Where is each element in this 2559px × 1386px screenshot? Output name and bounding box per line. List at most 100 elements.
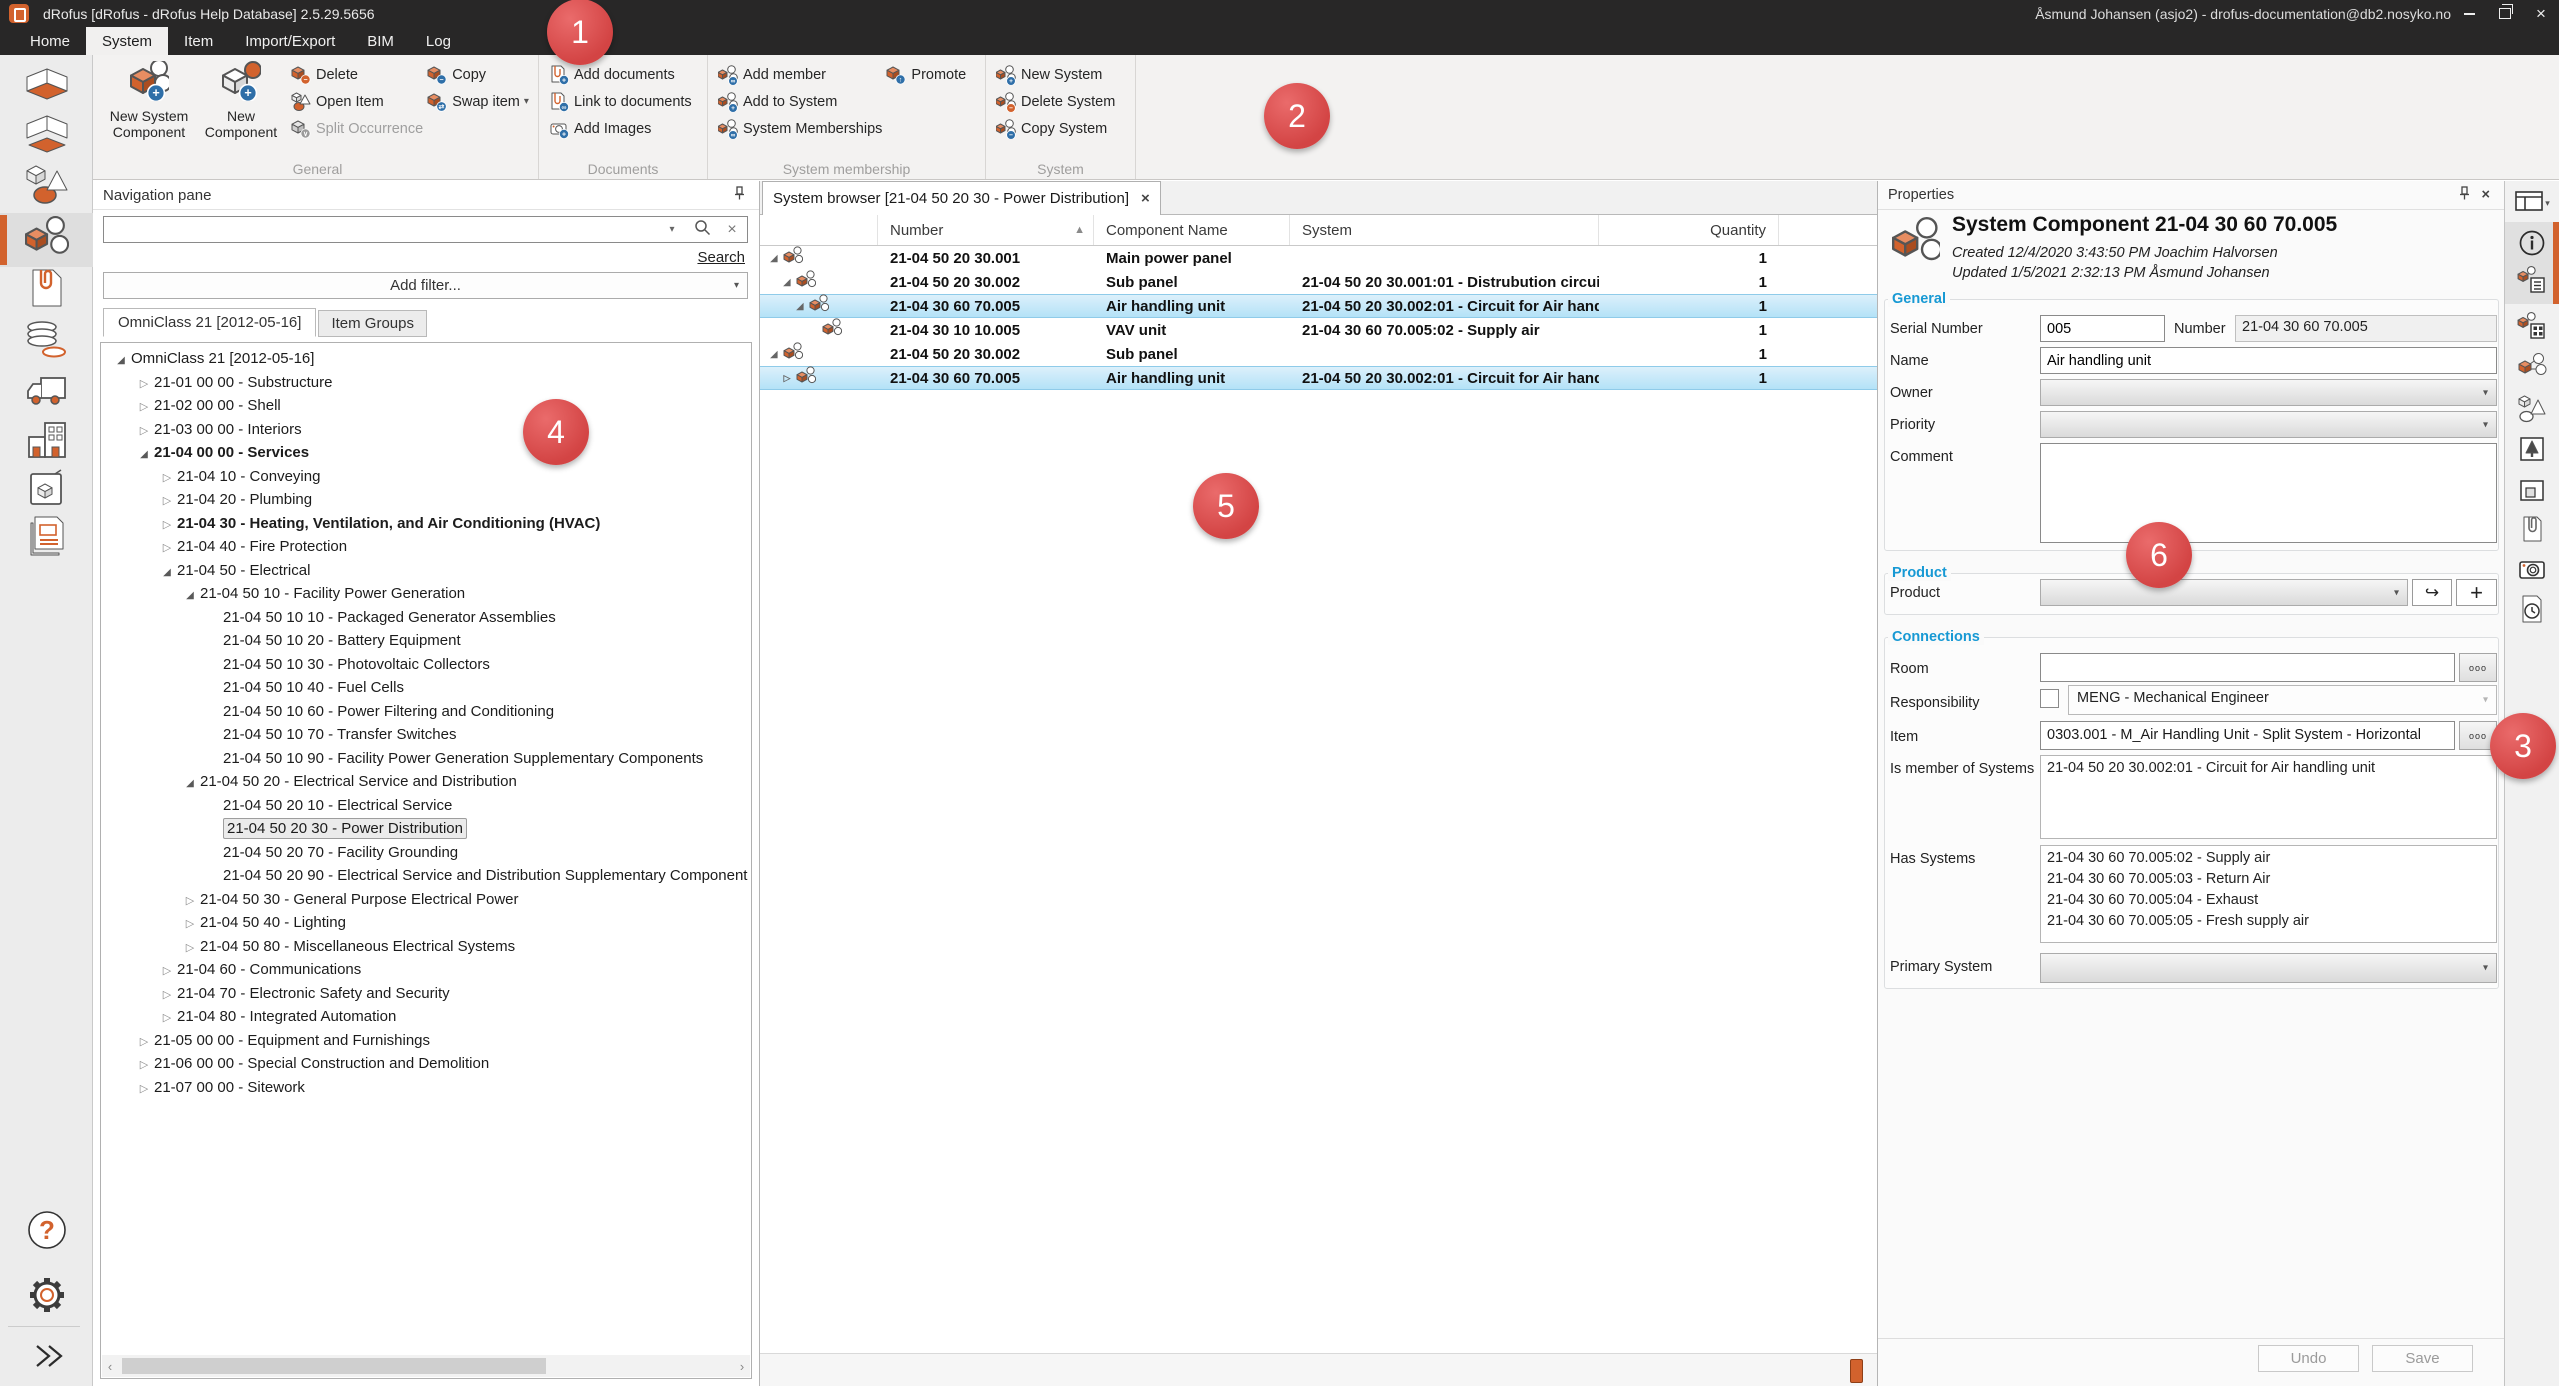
search-history-chevron-icon[interactable]: ▾ [657,224,687,235]
expand-module-bar[interactable] [0,1332,93,1384]
tree-expander-icon[interactable]: ▷ [157,537,177,561]
ribbon-button-copy[interactable]: −Copy [427,61,529,88]
module-items[interactable] [0,162,93,214]
room-input[interactable] [2040,653,2455,682]
serial-number-input[interactable] [2040,315,2165,342]
comment-textarea[interactable] [2040,443,2497,543]
tree-item-21-04-50-20-30-power-distribution[interactable]: 21-04 50 20 30 - Power Distribution [101,817,751,841]
tree-item-21-04-50-10-facility-power-generation[interactable]: ◢21-04 50 10 - Facility Power Generation [101,582,751,606]
module-reports[interactable] [0,513,93,565]
ribbon-button-new-system[interactable]: +New System [996,61,1115,88]
tree-item-21-04-20-plumbing[interactable]: ▷21-04 20 - Plumbing [101,488,751,512]
ribbon-button-system-memberships[interactable]: ∞System Memberships [718,115,882,142]
ribbon-button-add-member[interactable]: ∞Add member [718,61,882,88]
menu-item-system[interactable]: System [86,27,168,55]
close-tab-icon[interactable]: × [1141,190,1150,207]
tool-attachments[interactable] [2505,512,2559,550]
nav-tab-omniclass-21-2012-05-16[interactable]: OmniClass 21 [2012-05-16] [103,308,316,337]
edit-pen-icon[interactable] [1850,1359,1863,1383]
tree-item-21-04-50-30-general-purpose-electrical-p[interactable]: ▷21-04 50 30 - General Purpose Electrica… [101,888,751,912]
scrollbar-thumb[interactable] [122,1358,546,1374]
module-room-data[interactable] [0,113,93,165]
tree-expander-icon[interactable]: ◢ [134,443,154,467]
tree-expander-icon[interactable]: ◢ [111,349,131,373]
row-expander-icon[interactable]: ◢ [766,253,782,264]
ribbon-button-open-item[interactable]: Open Item [291,88,423,115]
add-product-button[interactable]: + [2456,579,2497,606]
responsibility-dropdown[interactable]: MENG - Mechanical Engineer ▾ [2068,685,2497,715]
tree-item-21-04-50-10-60-power-filtering-and-condi[interactable]: 21-04 50 10 60 - Power Filtering and Con… [101,700,751,724]
module-finance[interactable] [0,315,93,367]
ribbon-button-copy-system[interactable]: −Copy System [996,115,1115,142]
clear-search-icon[interactable]: × [717,221,747,239]
tree-expander-icon[interactable]: ▷ [157,1007,177,1031]
ribbon-button-link-to-documents[interactable]: ∞Link to documents [549,88,692,115]
tree-item-21-04-70-electronic-safety-and-security[interactable]: ▷21-04 70 - Electronic Safety and Securi… [101,982,751,1006]
row-expander-icon[interactable]: ▷ [779,373,795,384]
priority-dropdown[interactable]: ▾ [2040,411,2497,438]
tool-connections[interactable] [2505,350,2559,388]
has-system-entry[interactable]: 21-04 30 60 70.005:02 - Supply air [2047,848,2490,869]
tool-classification[interactable] [2505,432,2559,470]
menu-item-import-export[interactable]: Import/Export [229,27,351,55]
restore-button[interactable] [2487,0,2523,27]
column-header-quantity[interactable]: Quantity [1599,215,1779,245]
menu-item-home[interactable]: Home [14,27,86,55]
ribbon-button-add-to-system[interactable]: +Add to System [718,88,882,115]
tool-info[interactable] [2505,226,2559,264]
menu-item-bim[interactable]: BIM [351,27,410,55]
ribbon-button-split-occurrence[interactable]: ∨Split Occurrence [291,115,423,142]
tree-expander-icon[interactable]: ▷ [134,396,154,420]
primary-system-dropdown[interactable]: ▾ [2040,953,2497,983]
item-value[interactable]: 0303.001 - M_Air Handling Unit - Split S… [2040,721,2455,750]
tree-item-21-04-50-10-70-transfer-switches[interactable]: 21-04 50 10 70 - Transfer Switches [101,723,751,747]
tool-component-details[interactable] [2505,264,2559,302]
tool-component-matrix[interactable] [2505,310,2559,348]
has-system-entry[interactable]: 21-04 30 60 70.005:04 - Exhaust [2047,890,2490,911]
ribbon-button-add-images[interactable]: +Add Images [549,115,692,142]
column-header-component-name[interactable]: Component Name [1094,215,1290,245]
search-input[interactable] [104,219,657,241]
name-input[interactable] [2040,347,2497,374]
tree-expander-icon[interactable]: ▷ [157,514,177,538]
minimize-button[interactable] [2451,0,2487,27]
product-dropdown[interactable]: ▾ [2040,579,2408,606]
tree-item-21-06-00-00-special-construction-and-dem[interactable]: ▷21-06 00 00 - Special Construction and … [101,1052,751,1076]
module-documents[interactable] [0,264,93,316]
tree-item-21-04-00-00-services[interactable]: ◢21-04 00 00 - Services [101,441,751,465]
has-systems-list[interactable]: 21-04 30 60 70.005:02 - Supply air 21-04 … [2040,845,2497,943]
tree-expander-icon[interactable]: ▷ [157,490,177,514]
tree-item-21-03-00-00-interiors[interactable]: ▷21-03 00 00 - Interiors [101,418,751,442]
tree-expander-icon[interactable]: ▷ [157,467,177,491]
column-header-number[interactable]: Number ▲ [878,215,1094,245]
module-systems[interactable] [0,214,93,266]
menu-item-item[interactable]: Item [168,27,229,55]
responsibility-check[interactable] [2040,689,2059,708]
nav-tab-item-groups[interactable]: Item Groups [318,310,427,337]
tree-item-omniclass-21-2012-05-16[interactable]: ◢OmniClass 21 [2012-05-16] [101,347,751,371]
search-link[interactable]: Search [697,249,745,266]
goto-product-button[interactable]: ↪ [2412,579,2452,606]
ribbon-button-new-system-component[interactable]: +New System Component [103,61,195,140]
pin-icon[interactable] [2456,185,2472,205]
tree-item-21-04-30-heating-ventilation-and-air-con[interactable]: ▷21-04 30 - Heating, Ventilation, and Ai… [101,512,751,536]
ribbon-button-promote[interactable]: ↑Promote [886,61,966,88]
tree-item-21-04-50-10-40-fuel-cells[interactable]: 21-04 50 10 40 - Fuel Cells [101,676,751,700]
ribbon-button-delete-system[interactable]: −Delete System [996,88,1115,115]
tree-item-21-04-40-fire-protection[interactable]: ▷21-04 40 - Fire Protection [101,535,751,559]
tool-item-shapes[interactable] [2505,392,2559,430]
pin-icon[interactable] [731,185,747,205]
tree-expander-icon[interactable]: ▷ [180,913,200,937]
tree-expander-icon[interactable]: ▷ [180,937,200,961]
system-browser-row[interactable]: 21-04 30 10 10.005VAV unit21-04 30 60 70… [760,318,1877,342]
save-button[interactable]: Save [2372,1345,2473,1372]
row-expander-icon[interactable]: ◢ [779,277,795,288]
system-browser-tab[interactable]: System browser [21-04 50 20 30 - Power D… [762,181,1161,215]
tree-item-21-05-00-00-equipment-and-furnishings[interactable]: ▷21-05 00 00 - Equipment and Furnishings [101,1029,751,1053]
system-browser-row[interactable]: ▷21-04 30 60 70.005Air handling unit21-0… [760,366,1877,390]
tool-log[interactable] [2505,592,2559,630]
undo-button[interactable]: Undo [2258,1345,2359,1372]
tree-item-21-04-50-10-30-photovoltaic-collectors[interactable]: 21-04 50 10 30 - Photovoltaic Collectors [101,653,751,677]
row-expander-icon[interactable]: ◢ [766,349,782,360]
tree-item-21-04-50-20-90-electrical-service-and-di[interactable]: 21-04 50 20 90 - Electrical Service and … [101,864,751,888]
